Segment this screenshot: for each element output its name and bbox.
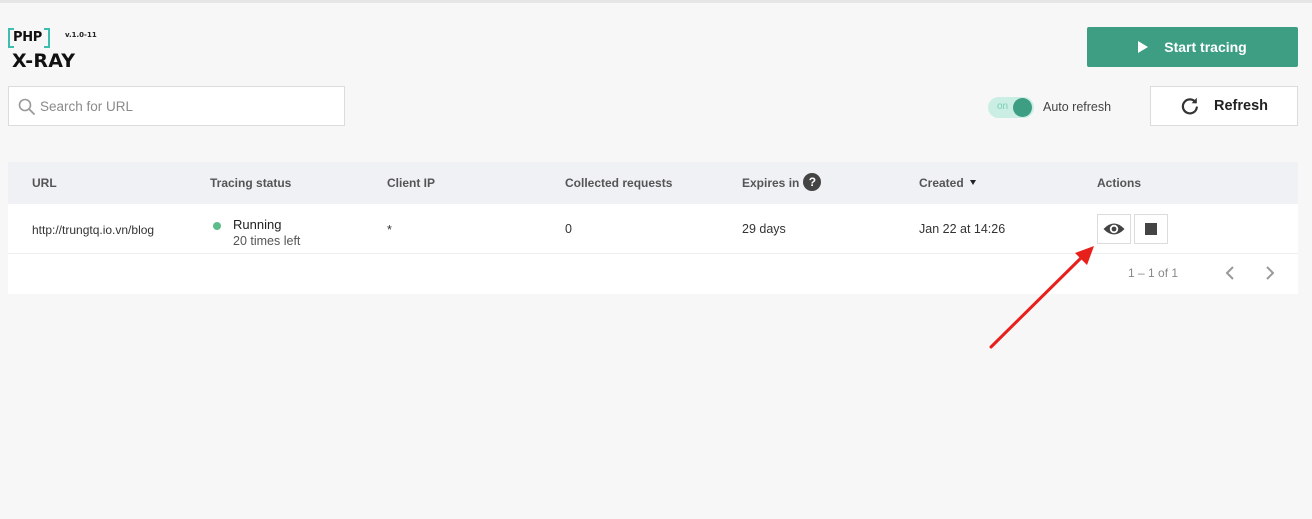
row-collected-requests: 0: [565, 222, 572, 236]
stop-button[interactable]: [1134, 214, 1168, 244]
column-header-actions: Actions: [1097, 176, 1142, 190]
table-header: URL Tracing status Client IP Collected r…: [8, 162, 1298, 204]
column-header-client-ip: Client IP: [387, 176, 436, 190]
start-tracing-button[interactable]: Start tracing: [1087, 27, 1298, 67]
expires-in-label: Expires in: [742, 176, 800, 190]
start-tracing-label: Start tracing: [1164, 39, 1247, 55]
play-icon: [1138, 41, 1149, 53]
refresh-button[interactable]: Refresh: [1150, 86, 1298, 126]
tracing-table: URL Tracing status Client IP Collected r…: [8, 162, 1298, 294]
logo-bracket-right: [44, 28, 50, 48]
column-header-url: URL: [32, 176, 57, 190]
chevron-left-icon: [1225, 266, 1234, 280]
eye-icon: [1103, 223, 1125, 235]
php-xray-logo: PHP v.1.0-11 X-RAY: [8, 28, 98, 72]
view-button[interactable]: [1097, 214, 1131, 244]
row-url: http://trungtq.io.vn/blog: [32, 223, 155, 237]
auto-refresh-toggle[interactable]: on: [988, 97, 1034, 118]
search-box[interactable]: [8, 86, 345, 126]
status-running-dot: [213, 222, 221, 230]
column-header-collected-requests: Collected requests: [565, 176, 673, 190]
refresh-icon: [1181, 97, 1198, 115]
top-divider: [0, 0, 1312, 3]
next-page-button[interactable]: [1261, 264, 1279, 282]
sort-down-icon[interactable]: [969, 180, 976, 186]
column-header-expires-in: Expires in?: [742, 172, 822, 191]
row-client-ip: *: [387, 223, 392, 237]
table-row: http://trungtq.io.vn/blog Running 20 tim…: [8, 204, 1298, 254]
column-header-tracing-status: Tracing status: [210, 176, 292, 190]
previous-page-button[interactable]: [1221, 264, 1239, 282]
search-icon: [18, 98, 35, 115]
stop-icon: [1145, 223, 1157, 235]
pagination-range: 1 – 1 of 1: [1128, 266, 1179, 280]
logo-xray-text: X-RAY: [12, 50, 76, 72]
toggle-state-label: on: [997, 101, 1009, 112]
created-label: Created: [919, 176, 964, 190]
row-status-remaining: 20 times left: [233, 234, 301, 248]
chevron-right-icon: [1266, 266, 1275, 280]
toggle-knob: [1013, 98, 1032, 117]
logo-php-text: PHP: [13, 30, 43, 45]
auto-refresh-label: Auto refresh: [1043, 100, 1112, 114]
row-status: Running: [233, 217, 282, 232]
row-created: Jan 22 at 14:26: [919, 222, 1006, 236]
help-icon[interactable]: ?: [803, 172, 822, 191]
refresh-label: Refresh: [1214, 98, 1268, 114]
row-expires-in: 29 days: [742, 222, 786, 236]
column-header-created[interactable]: Created: [919, 176, 976, 190]
logo-version: v.1.0-11: [65, 31, 97, 39]
search-input[interactable]: [40, 98, 330, 114]
